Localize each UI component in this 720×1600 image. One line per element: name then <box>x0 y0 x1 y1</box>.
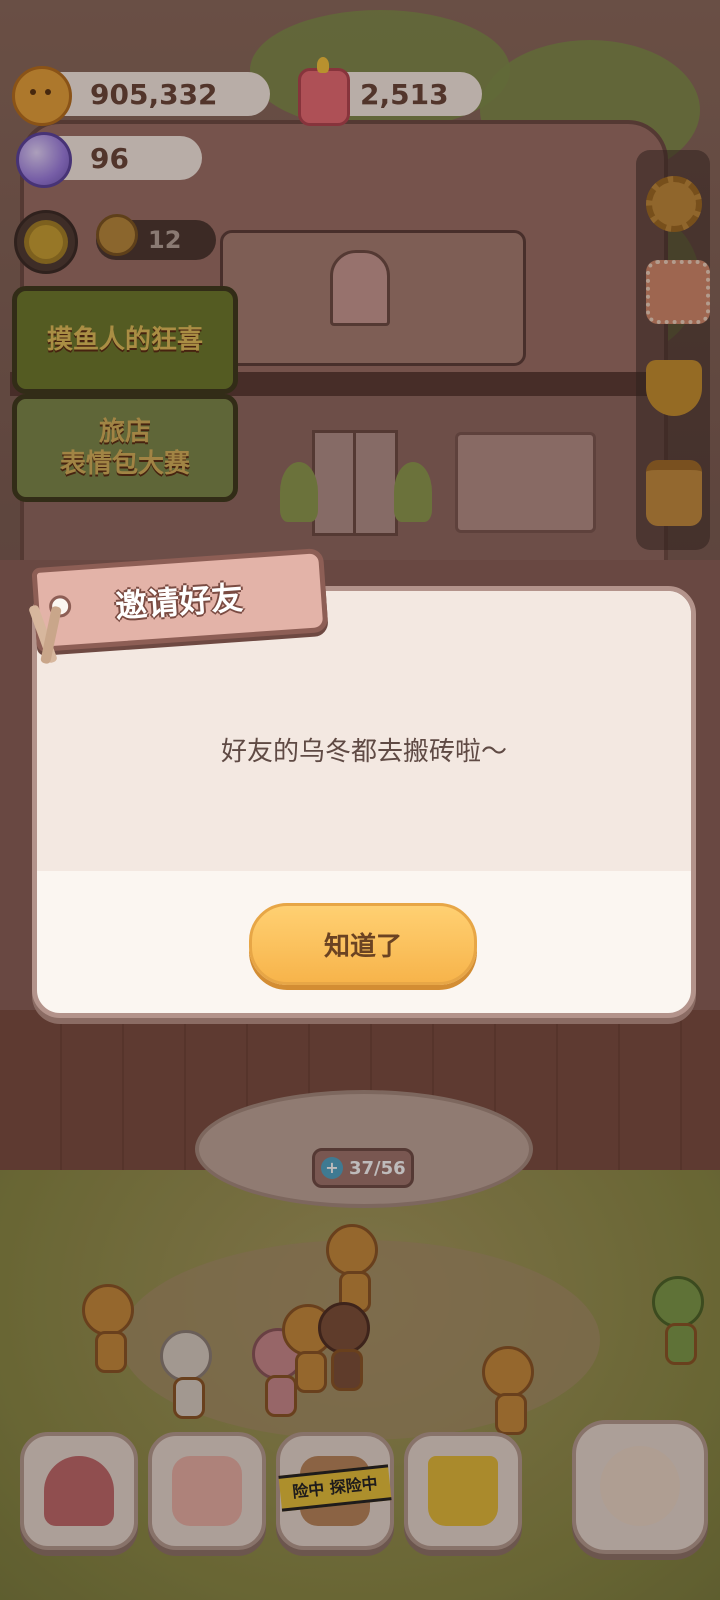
invite-friends-dialog: 好友的乌冬都去搬砖啦～ 知道了 <box>32 586 696 1018</box>
dialog-message: 好友的乌冬都去搬砖啦～ <box>220 737 507 767</box>
confirm-button[interactable]: 知道了 <box>249 903 477 985</box>
dialog-title: 邀请好友 <box>113 578 245 626</box>
